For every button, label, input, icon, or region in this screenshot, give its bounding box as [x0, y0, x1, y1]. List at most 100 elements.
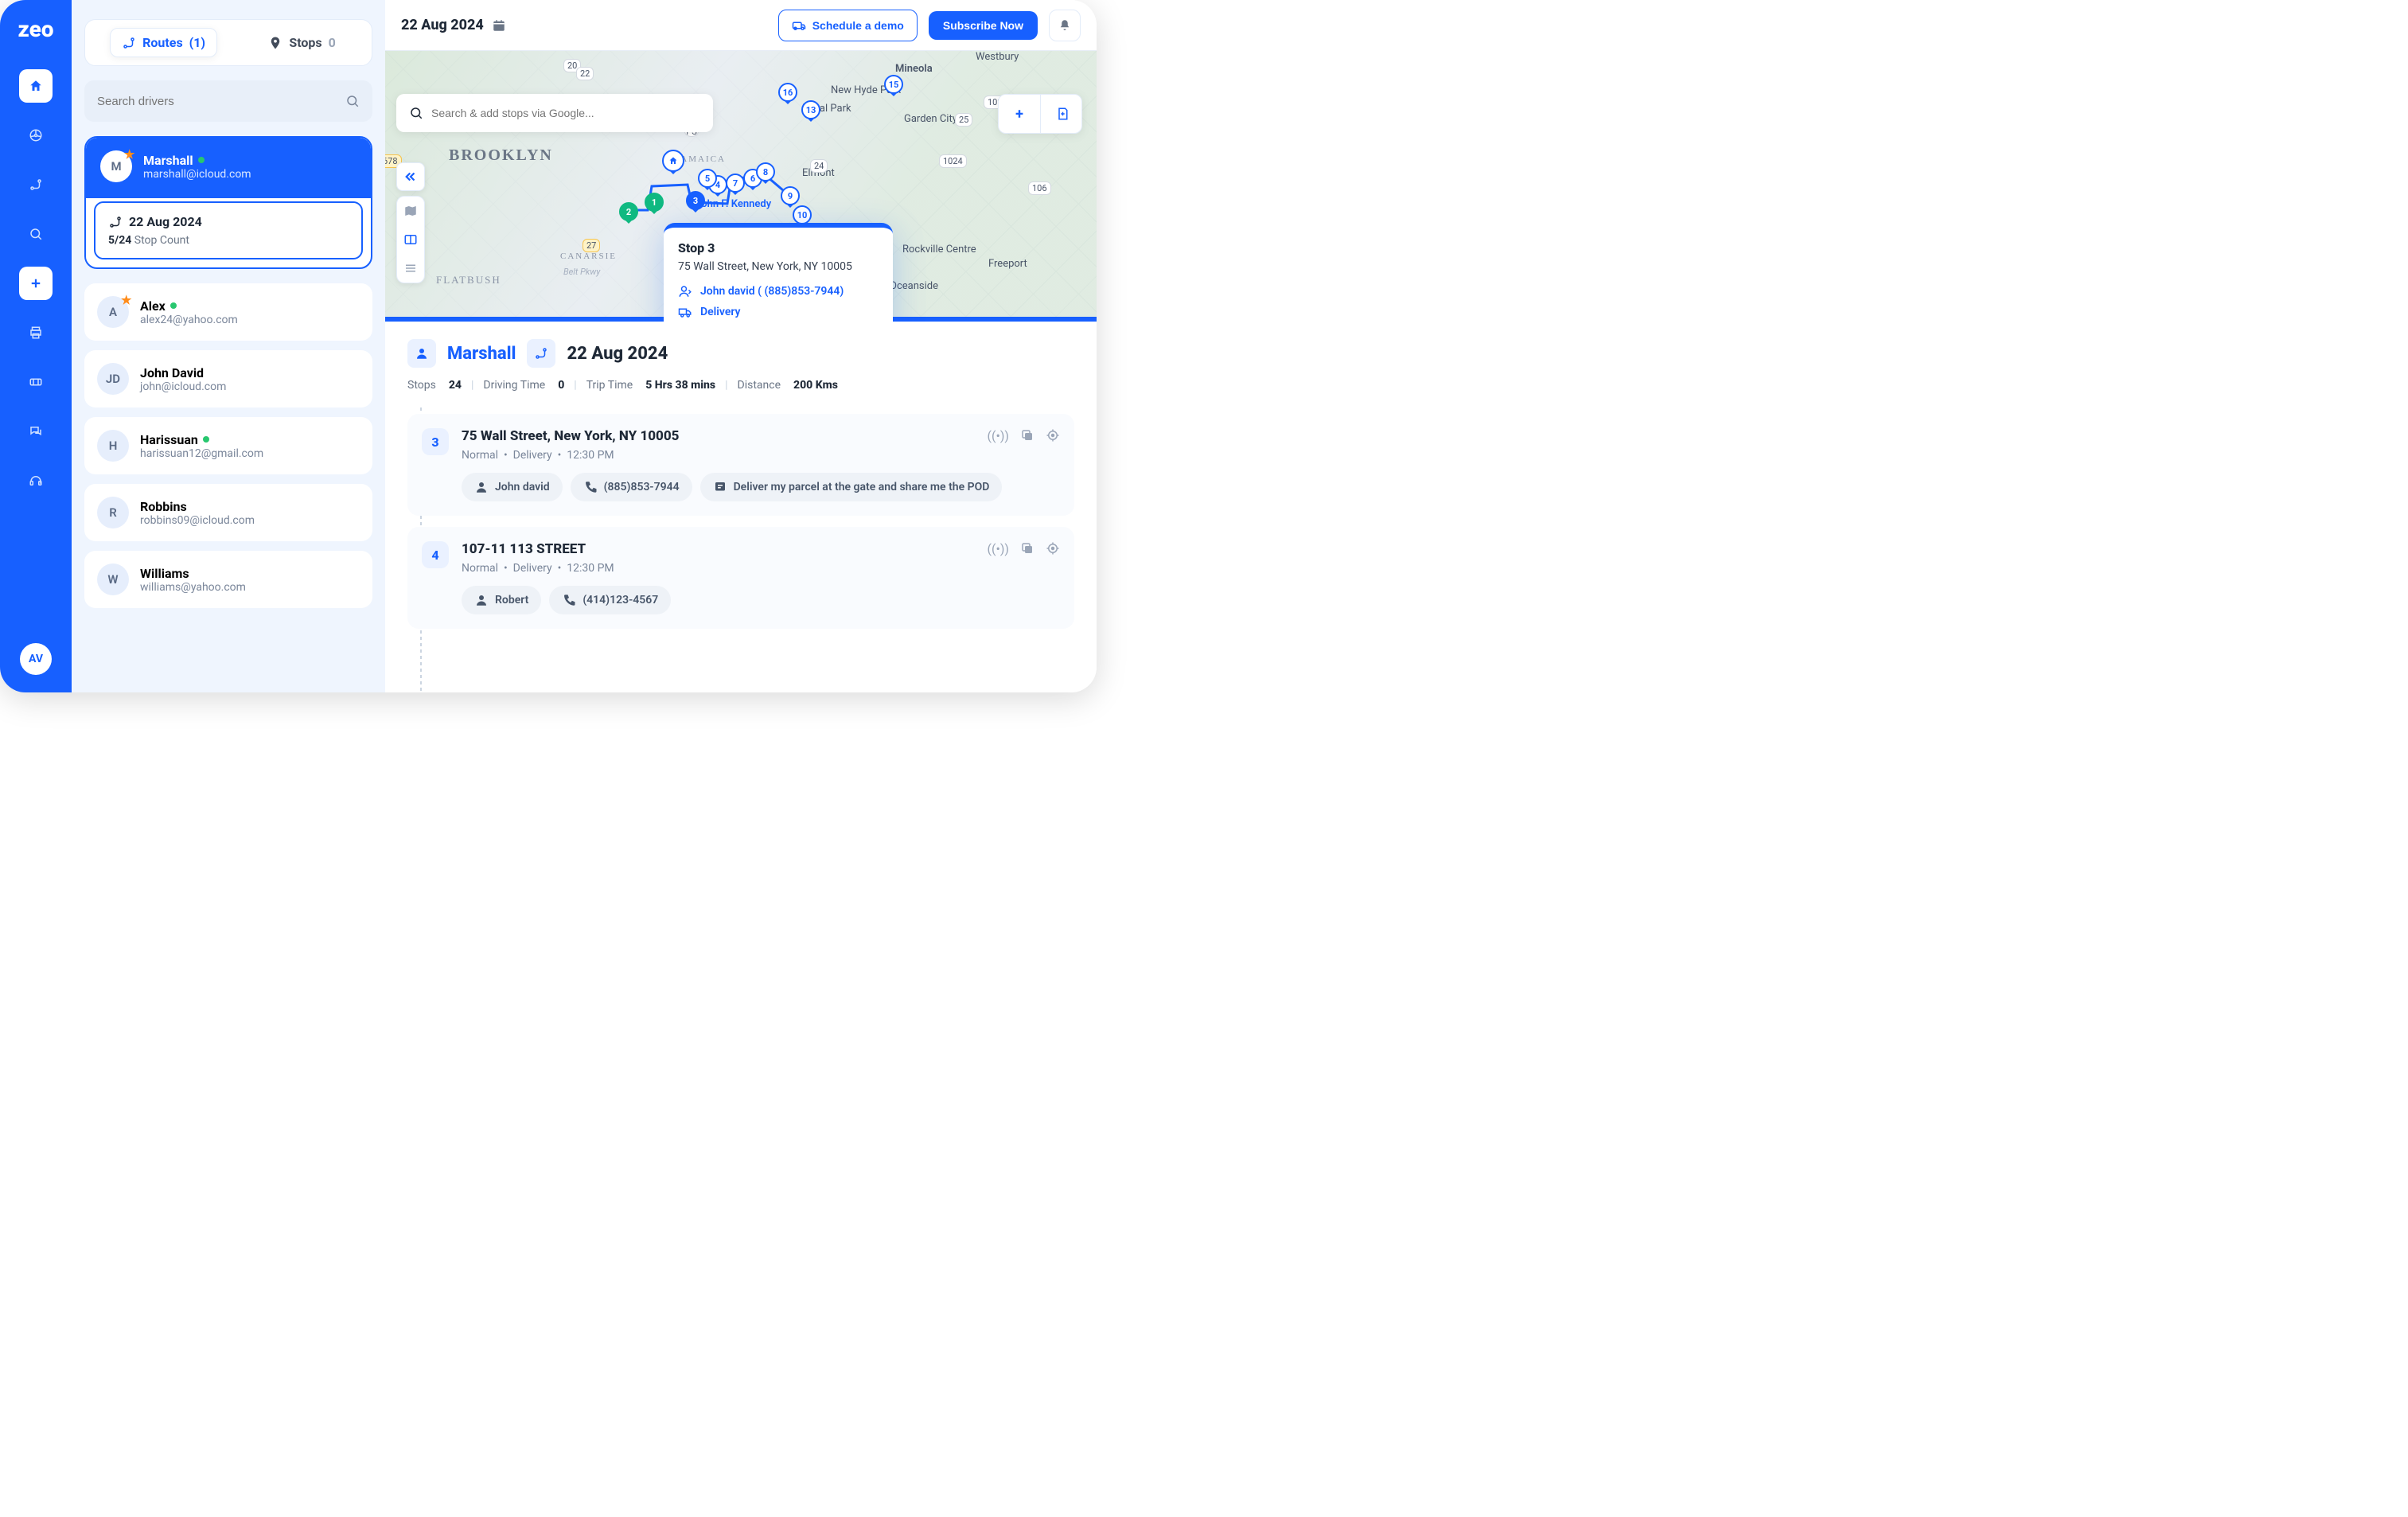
map-label: Garden City — [904, 113, 957, 125]
driver-name: Alex — [140, 298, 238, 314]
driver-card[interactable]: R Robbins robbins09@icloud.com — [84, 484, 372, 541]
locate-icon[interactable] — [1046, 541, 1060, 559]
map-view-map[interactable] — [397, 197, 424, 225]
nav-add-button[interactable] — [19, 267, 53, 300]
map-pin-home[interactable] — [662, 150, 684, 172]
calendar-icon — [492, 18, 506, 33]
driver-card-selected[interactable]: M★ Marshall marshall@icloud.com — [86, 138, 371, 198]
map-label: Westbury — [976, 51, 1019, 63]
stop-card[interactable]: 4 107-11 113 STREET Normal • Delivery • … — [407, 527, 1074, 629]
map-pin[interactable]: 10 — [793, 205, 812, 224]
map-pin[interactable]: 9 — [781, 186, 800, 205]
nav-ticket-icon[interactable] — [19, 365, 53, 399]
nav-steering-icon[interactable] — [19, 119, 53, 152]
contact-chip[interactable]: Robert — [462, 586, 541, 614]
driver-search[interactable] — [84, 80, 372, 122]
tab-stops[interactable]: Stops 0 — [257, 29, 347, 57]
nav-search-icon[interactable] — [19, 217, 53, 251]
selected-driver-wrap: M★ Marshall marshall@icloud.com 22 Aug 2… — [84, 136, 372, 269]
driver-email: john@icloud.com — [140, 380, 226, 393]
broadcast-icon[interactable]: ((•)) — [988, 428, 1010, 446]
stop-card[interactable]: 3 75 Wall Street, New York, NY 10005 Nor… — [407, 414, 1074, 516]
person-icon — [415, 346, 429, 361]
map-pin[interactable]: 15 — [884, 75, 903, 94]
nav-chat-icon[interactable] — [19, 415, 53, 448]
locate-icon[interactable] — [1046, 428, 1060, 446]
note-chip[interactable]: Deliver my parcel at the gate and share … — [700, 473, 1003, 501]
popup-type-text: Delivery — [700, 306, 741, 318]
avatar: R — [97, 497, 129, 528]
summary-date: 22 Aug 2024 — [567, 344, 668, 364]
map-label: BROOKLYN — [449, 146, 553, 165]
map-pin[interactable]: 16 — [778, 83, 797, 102]
map-label: Mineola — [895, 63, 933, 75]
driver-chip[interactable] — [407, 339, 436, 368]
subscribe-button[interactable]: Subscribe Now — [929, 11, 1038, 40]
route-icon — [534, 346, 548, 361]
map-stop-popup: Stop 3 75 Wall Street, New York, NY 1000… — [664, 223, 893, 322]
popup-title: Stop 3 — [678, 240, 879, 255]
map-pin[interactable]: 8 — [756, 162, 775, 181]
driver-card[interactable]: JD John David john@icloud.com — [84, 350, 372, 408]
map-view-toolbar — [396, 196, 425, 283]
phone-icon — [562, 593, 576, 607]
summary-driver-name: Marshall — [447, 344, 516, 364]
driver-card[interactable]: W Williams williams@yahoo.com — [84, 551, 372, 608]
copy-icon[interactable] — [1020, 541, 1035, 559]
map-add-button[interactable]: + — [999, 95, 1040, 133]
map-pin[interactable]: 7 — [726, 174, 745, 193]
stop-count-value: 5/24 — [108, 234, 131, 247]
tab-routes[interactable]: Routes (1) — [110, 28, 217, 57]
driver-name: Harissuan — [140, 432, 263, 447]
nav-headset-icon[interactable] — [19, 464, 53, 497]
status-dot — [203, 436, 209, 443]
map-pin[interactable]: 13 — [801, 100, 820, 119]
tab-routes-label: Routes — [142, 35, 183, 50]
schedule-demo-button[interactable]: Schedule a demo — [778, 10, 918, 41]
map-pin[interactable]: 5 — [698, 169, 717, 188]
driver-list: A★ Alex alex24@yahoo.com JD John David j… — [84, 283, 372, 608]
selected-route-detail[interactable]: 22 Aug 2024 5/24 Stop Count — [94, 201, 363, 259]
contact-chip[interactable]: John david — [462, 473, 563, 501]
road-shield: 22 — [576, 67, 594, 80]
phone-chip[interactable]: (885)853-7944 — [571, 473, 692, 501]
topbar-date[interactable]: 22 Aug 2024 — [401, 17, 506, 33]
phone-chip[interactable]: (414)123-4567 — [549, 586, 671, 614]
copy-icon[interactable] — [1020, 428, 1035, 446]
map-collapse-button[interactable] — [396, 162, 425, 191]
popup-contact[interactable]: John david ( (885)853-7944) — [678, 284, 879, 298]
metric-label: Driving Time — [483, 379, 545, 392]
map-search[interactable] — [396, 94, 713, 132]
avatar: JD — [97, 363, 129, 395]
broadcast-icon[interactable]: ((•)) — [988, 541, 1010, 559]
notifications-button[interactable] — [1049, 10, 1081, 41]
map-area[interactable]: BUSHWICK BROOKLYN FLATBUSH CANARSIE JAMA… — [385, 51, 1097, 322]
map-view-list[interactable] — [397, 254, 424, 283]
driver-email: alex24@yahoo.com — [140, 314, 238, 326]
map-label: CANARSIE — [560, 252, 617, 261]
search-icon — [409, 106, 423, 120]
nav-route-icon[interactable] — [19, 168, 53, 201]
map-view-split[interactable] — [397, 225, 424, 254]
road-label: Belt Pkwy — [560, 266, 603, 278]
person-icon — [678, 284, 692, 298]
date-chip[interactable] — [527, 339, 555, 368]
map-search-input[interactable] — [431, 107, 700, 119]
driver-card[interactable]: A★ Alex alex24@yahoo.com — [84, 283, 372, 341]
nav-home-icon[interactable] — [19, 69, 53, 103]
driver-card[interactable]: H Harissuan harissuan12@gmail.com — [84, 417, 372, 474]
map-pin[interactable]: 2 — [619, 202, 638, 221]
phone-icon — [583, 480, 598, 494]
popup-contact-text: John david ( (885)853-7944) — [700, 285, 844, 298]
status-dot — [198, 157, 205, 163]
nav-print-icon[interactable] — [19, 316, 53, 349]
map-pin[interactable]: 1 — [645, 193, 664, 212]
driver-search-input[interactable] — [97, 95, 345, 108]
truck-icon — [678, 305, 692, 319]
driver-email: robbins09@icloud.com — [140, 514, 255, 527]
map-pin-active[interactable]: 3 — [686, 191, 705, 210]
nav-user-avatar[interactable]: AV — [20, 643, 52, 675]
map-import-button[interactable] — [1040, 95, 1081, 133]
popup-address: 75 Wall Street, New York, NY 10005 — [678, 260, 879, 273]
driver-name: Williams — [140, 566, 246, 581]
